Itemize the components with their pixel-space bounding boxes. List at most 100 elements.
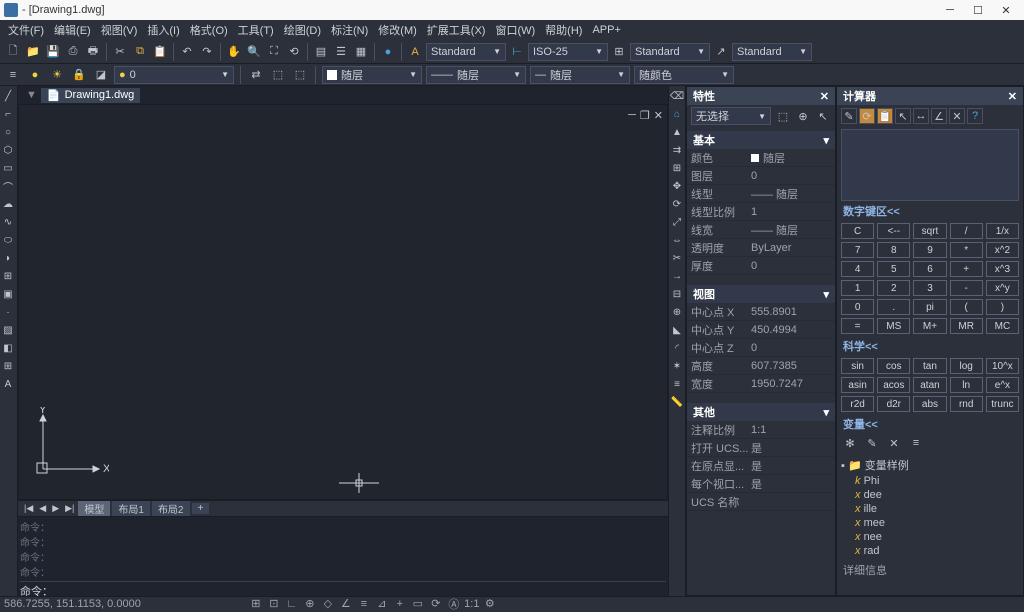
- textstyle-dropdown[interactable]: Standard▼: [426, 43, 506, 61]
- explode-icon[interactable]: ✶: [669, 358, 685, 374]
- snap-icon[interactable]: ⊡: [267, 598, 281, 610]
- prop-value[interactable]: 0: [751, 170, 831, 182]
- tab-layout2[interactable]: 布局2: [152, 501, 190, 516]
- dimstyle-dropdown[interactable]: ISO-25▼: [528, 43, 608, 61]
- tree-root[interactable]: ▪ 📁 变量样例: [841, 456, 1019, 474]
- fillet-icon[interactable]: ◜: [669, 340, 685, 356]
- layer-color-icon[interactable]: ◪: [92, 66, 110, 84]
- redo-icon[interactable]: ↷: [198, 43, 216, 61]
- calc-key[interactable]: MS: [877, 318, 910, 334]
- sci-key[interactable]: trunc: [986, 396, 1019, 412]
- lightbulb-icon[interactable]: ●: [26, 66, 44, 84]
- menu-modify[interactable]: 修改(M): [374, 20, 421, 40]
- sci-key[interactable]: log: [950, 358, 983, 374]
- zoom-window-icon[interactable]: ⛶: [265, 43, 283, 61]
- calc-key[interactable]: =: [841, 318, 874, 334]
- calc-key[interactable]: 3: [913, 280, 946, 296]
- sci-key[interactable]: tan: [913, 358, 946, 374]
- sci-key[interactable]: acos: [877, 377, 910, 393]
- tree-item[interactable]: x nee: [841, 530, 1019, 544]
- circle-icon[interactable]: ○: [0, 124, 16, 140]
- quickselect-icon[interactable]: ⬚: [775, 107, 791, 125]
- calc-key[interactable]: MR: [950, 318, 983, 334]
- sci-key[interactable]: rnd: [950, 396, 983, 412]
- calc-key[interactable]: x^3: [986, 261, 1019, 277]
- calc-key[interactable]: ): [986, 299, 1019, 315]
- minimize-button[interactable]: ─: [936, 1, 964, 19]
- prop-value[interactable]: 1: [751, 206, 831, 218]
- text-icon[interactable]: A: [0, 376, 16, 392]
- zoom-icon[interactable]: 🔍: [245, 43, 263, 61]
- tab-prev-icon[interactable]: ◀: [37, 503, 48, 514]
- var-del-icon[interactable]: ✕: [885, 434, 903, 452]
- line-icon[interactable]: ╱: [0, 88, 16, 104]
- tab-model[interactable]: 模型: [78, 501, 110, 516]
- lweight-toggle-icon[interactable]: ≡: [357, 598, 371, 610]
- menu-app[interactable]: APP+: [588, 22, 624, 38]
- calc-key[interactable]: 2: [877, 280, 910, 296]
- sci-key[interactable]: ln: [950, 377, 983, 393]
- cloud-icon[interactable]: ☁: [0, 196, 16, 212]
- calc-getpt-icon[interactable]: ↖: [895, 108, 911, 124]
- tree-item[interactable]: x rad: [841, 544, 1019, 558]
- calc-key[interactable]: 8: [877, 242, 910, 258]
- prop-value[interactable]: 是: [751, 458, 831, 474]
- erase-icon[interactable]: ⌫: [669, 88, 685, 104]
- props-icon[interactable]: ▤: [312, 43, 330, 61]
- close-button[interactable]: ✕: [992, 1, 1020, 19]
- lock-icon[interactable]: 🔒: [70, 66, 88, 84]
- calc-key[interactable]: sqrt: [913, 223, 946, 239]
- menu-dim[interactable]: 标注(N): [327, 20, 372, 40]
- ws-icon[interactable]: ⚙: [483, 598, 497, 610]
- align-icon[interactable]: ≡: [669, 376, 685, 392]
- array-icon[interactable]: ⊞: [669, 160, 685, 176]
- insert-icon[interactable]: ⊞: [0, 268, 16, 284]
- calc-clear-icon[interactable]: ✎: [841, 108, 857, 124]
- sci-key[interactable]: cos: [877, 358, 910, 374]
- section-other[interactable]: 其他▾: [687, 403, 835, 421]
- polyline-icon[interactable]: ⌐: [0, 106, 16, 122]
- layers-icon[interactable]: ☰: [332, 43, 350, 61]
- calc-angle-icon[interactable]: ∠: [931, 108, 947, 124]
- zoom-prev-icon[interactable]: ⟲: [285, 43, 303, 61]
- undo-icon[interactable]: ↶: [178, 43, 196, 61]
- rect-icon[interactable]: ▭: [0, 160, 16, 176]
- sci-key[interactable]: atan: [913, 377, 946, 393]
- calc-key[interactable]: /: [950, 223, 983, 239]
- prop-value[interactable]: 是: [751, 476, 831, 492]
- hatch-icon[interactable]: ▨: [0, 322, 16, 338]
- layerprop-icon[interactable]: ≡: [4, 66, 22, 84]
- sci-key[interactable]: r2d: [841, 396, 874, 412]
- prop-value[interactable]: —— 随层: [751, 186, 831, 202]
- mdi-restore-icon[interactable]: ❐: [640, 109, 650, 122]
- calc-key[interactable]: <--: [877, 223, 910, 239]
- calc-dist-icon[interactable]: ↔: [913, 108, 929, 124]
- var-section[interactable]: 变量<<: [837, 416, 1023, 432]
- menu-file[interactable]: 文件(F): [4, 20, 48, 40]
- drawing-canvas[interactable]: ─ ❐ ✕ Y X: [18, 104, 668, 500]
- sci-key[interactable]: 10^x: [986, 358, 1019, 374]
- menu-window[interactable]: 窗口(W): [491, 20, 539, 40]
- prop-value[interactable]: 555.8901: [751, 306, 831, 318]
- prop-value[interactable]: 607.7385: [751, 360, 831, 372]
- mdi-minimize-icon[interactable]: ─: [628, 109, 636, 122]
- move-icon[interactable]: ✥: [669, 178, 685, 194]
- plotstyle-dropdown[interactable]: 随颜色▼: [634, 66, 734, 84]
- calc-int-icon[interactable]: ✕: [949, 108, 965, 124]
- tablestyle-icon[interactable]: ⊞: [610, 43, 628, 61]
- menu-format[interactable]: 格式(O): [186, 20, 232, 40]
- stretch-icon[interactable]: ⇔: [669, 232, 685, 248]
- calc-key[interactable]: 0: [841, 299, 874, 315]
- calc-key[interactable]: +: [950, 261, 983, 277]
- calc-key[interactable]: x^y: [986, 280, 1019, 296]
- calc-paste-icon[interactable]: 📋: [877, 108, 893, 124]
- calc-key[interactable]: 4: [841, 261, 874, 277]
- var-edit-icon[interactable]: ✎: [863, 434, 881, 452]
- mdi-close-icon[interactable]: ✕: [654, 109, 663, 122]
- pickadd-icon[interactable]: ⊕: [795, 107, 811, 125]
- calc-key[interactable]: 5: [877, 261, 910, 277]
- menu-insert[interactable]: 插入(I): [143, 20, 183, 40]
- ellipse-icon[interactable]: ⬭: [0, 232, 16, 248]
- grid-icon[interactable]: ⊞: [249, 598, 263, 610]
- calc-key[interactable]: 1: [841, 280, 874, 296]
